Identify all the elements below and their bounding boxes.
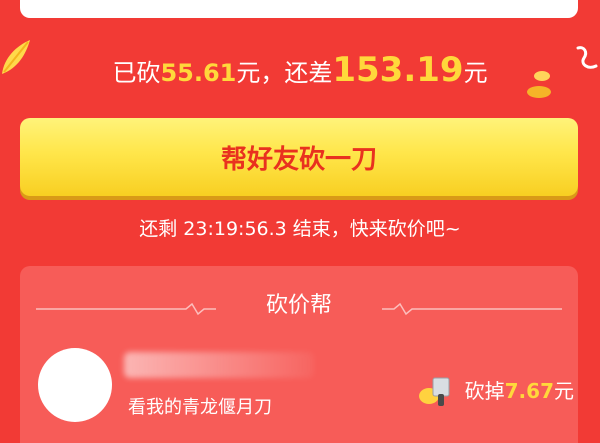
help-cut-button[interactable]: 帮好友砍一刀 [20, 118, 578, 196]
helper-cut-amount: 砍掉7.67元 [417, 374, 574, 408]
helper-cut-prefix: 砍掉 [464, 379, 505, 403]
remain-prefix: 还差 [284, 59, 333, 87]
cut-amount: 55.61 [160, 59, 237, 87]
bargain-progress: 已砍 55.61 元， 还差 153.19 元 [0, 48, 600, 92]
remain-unit: 元 [463, 59, 488, 87]
helper-cut-text: 砍掉7.67元 [465, 374, 574, 408]
cut-unit: 元， [236, 59, 285, 87]
cleaver-icon [418, 377, 450, 406]
avatar[interactable] [38, 348, 112, 422]
countdown-text: 还剩 23:19:56.3 结束，快来砍价吧~ [139, 218, 461, 240]
helper-cut-unit: 元 [554, 379, 574, 403]
helper-message: 看我的青龙偃月刀 [128, 397, 272, 418]
helper-name-blurred [124, 352, 314, 378]
cut-prefix: 已砍 [112, 59, 161, 87]
heartbeat-line-icon [382, 302, 562, 316]
top-card [20, 0, 578, 18]
remain-amount: 153.19 [332, 50, 464, 90]
helpers-panel: 砍价帮 看我的青龙偃月刀 砍掉7.67元 [20, 266, 578, 443]
helper-cut-value: 7.67 [504, 379, 554, 403]
